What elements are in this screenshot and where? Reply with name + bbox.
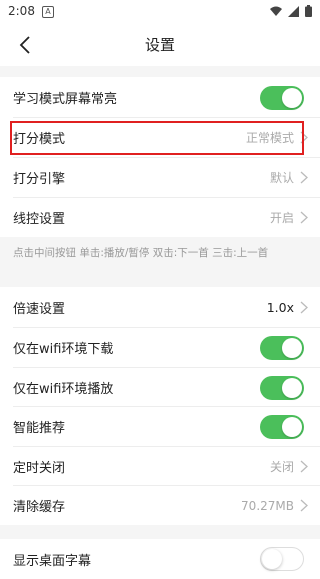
wifi-download-toggle[interactable]: [260, 336, 304, 360]
setting-value: 关闭: [269, 460, 294, 474]
setting-row-clear-cache[interactable]: 清除缓存 70.27MB: [0, 486, 320, 525]
notification-badge-icon: A: [42, 6, 54, 18]
setting-value: 默认: [269, 171, 294, 185]
setting-label: 学习模式屏幕常亮: [13, 92, 118, 107]
section-separator: [0, 525, 320, 539]
setting-label: 清除缓存: [13, 500, 66, 515]
section-separator: [0, 66, 320, 77]
setting-label: 显示桌面字幕: [13, 554, 92, 569]
setting-value: 开启: [269, 211, 294, 225]
chevron-right-icon: [300, 460, 308, 473]
chevron-right-icon: [300, 499, 308, 512]
signal-icon: [288, 5, 299, 17]
setting-row-desktop-lyrics: 显示桌面字幕: [0, 540, 320, 579]
setting-row-score-engine[interactable]: 打分引擎 默认: [0, 158, 320, 197]
chevron-right-icon: [300, 171, 308, 184]
page-title: 设置: [144, 36, 175, 54]
nav-bar: 设置: [0, 24, 320, 66]
setting-value: 1.0x: [266, 300, 294, 315]
battery-icon: [305, 5, 312, 17]
setting-row-wifi-download: 仅在wifi环境下载: [0, 328, 320, 367]
status-icons: [270, 5, 312, 17]
setting-label: 仅在wifi环境播放: [13, 382, 114, 397]
setting-label: 智能推荐: [13, 421, 66, 436]
highlight-box: [10, 121, 304, 155]
setting-value: 70.27MB: [241, 498, 294, 513]
hint-section: 点击中间按钮 单击:播放/暂停 双击:下一首 三击:上一首: [0, 237, 320, 287]
setting-label: 定时关闭: [13, 461, 66, 476]
desktop-lyrics-toggle[interactable]: [260, 547, 304, 571]
setting-label: 仅在wifi环境下载: [13, 342, 114, 357]
setting-row-speed[interactable]: 倍速设置 1.0x: [0, 288, 320, 327]
setting-row-screen-on: 学习模式屏幕常亮: [0, 78, 320, 117]
hint-text: 点击中间按钮 单击:播放/暂停 双击:下一首 三击:上一首: [13, 247, 269, 259]
status-bar: 2:08 A: [0, 0, 320, 24]
setting-row-wire-control[interactable]: 线控设置 开启: [0, 198, 320, 237]
setting-label: 打分引擎: [13, 172, 66, 187]
smart-recommend-toggle[interactable]: [260, 415, 304, 439]
setting-row-smart-recommend: 智能推荐: [0, 407, 320, 446]
setting-row-timer-off[interactable]: 定时关闭 关闭: [0, 447, 320, 486]
status-time: 2:08: [8, 4, 35, 18]
setting-label: 线控设置: [13, 212, 66, 227]
wifi-icon: [270, 6, 282, 16]
chevron-right-icon: [300, 301, 308, 314]
wifi-play-toggle[interactable]: [260, 376, 304, 400]
chevron-right-icon: [300, 211, 308, 224]
screen-on-toggle[interactable]: [260, 86, 304, 110]
setting-row-wifi-play: 仅在wifi环境播放: [0, 368, 320, 407]
setting-label: 倍速设置: [13, 302, 66, 317]
